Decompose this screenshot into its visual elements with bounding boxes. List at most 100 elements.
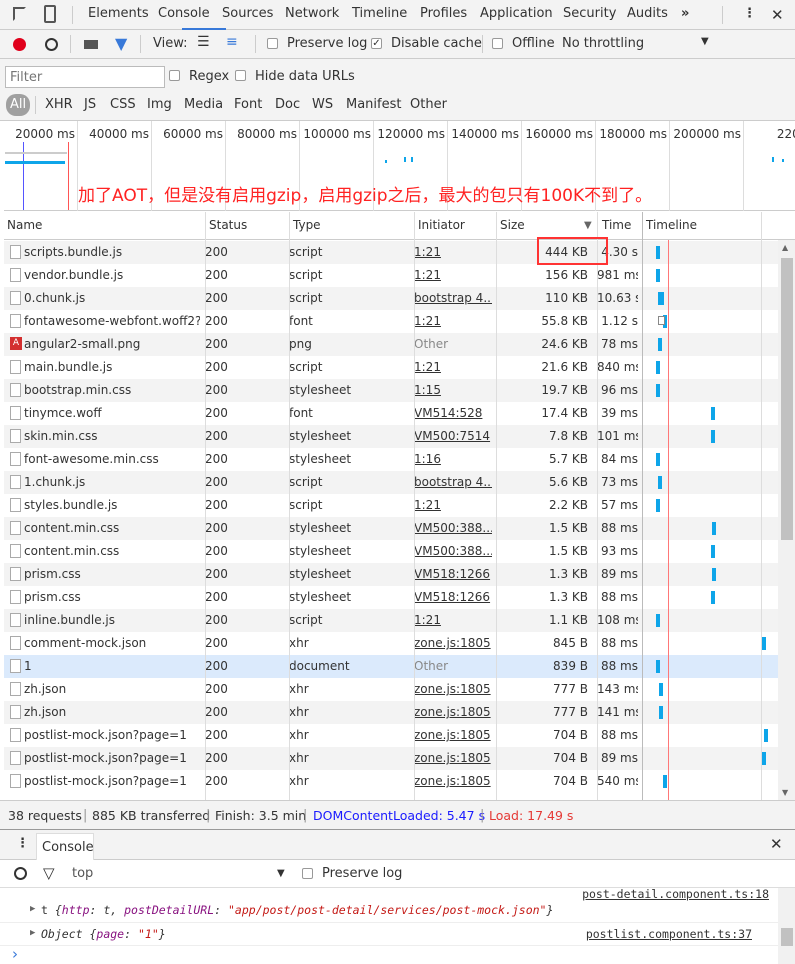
close-drawer-icon[interactable]: ✕ bbox=[770, 835, 783, 853]
scrollbar-thumb[interactable] bbox=[781, 258, 793, 540]
column-size[interactable]: Size bbox=[500, 218, 525, 232]
overview-icon[interactable]: ≡ bbox=[226, 34, 238, 50]
filter-input[interactable] bbox=[5, 66, 165, 88]
cell-initiator[interactable]: 1:16 bbox=[414, 452, 492, 466]
table-row[interactable]: 0.chunk.js 200 script bootstrap 4... 110 KB 1… bbox=[4, 287, 778, 310]
table-row[interactable]: main.bundle.js 200 script 1:21 21.6 KB 840 ms bbox=[4, 356, 778, 379]
type-filter-css[interactable]: CSS bbox=[110, 97, 136, 112]
console-prompt[interactable]: › bbox=[12, 945, 18, 963]
cell-initiator[interactable]: zone.js:1805 bbox=[414, 774, 492, 788]
table-row[interactable]: fontawesome-webfont.woff2?... 200 font 1:21… bbox=[4, 310, 778, 333]
tab-sources[interactable]: Sources bbox=[222, 6, 273, 21]
type-filter-font[interactable]: Font bbox=[234, 97, 262, 112]
type-filter-doc[interactable]: Doc bbox=[275, 97, 300, 112]
table-row[interactable]: scripts.bundle.js 200 script 1:21 444 KB 4.30… bbox=[4, 241, 778, 264]
type-filter-img[interactable]: Img bbox=[147, 97, 172, 112]
table-row[interactable]: zh.json 200 xhr zone.js:1805 777 B 143 ms bbox=[4, 678, 778, 701]
throttling-select[interactable]: No throttling bbox=[562, 36, 644, 51]
close-icon[interactable]: ✕ bbox=[771, 6, 784, 24]
more-tabs-icon[interactable]: » bbox=[681, 6, 689, 21]
cell-initiator[interactable]: VM518:1266 bbox=[414, 567, 492, 581]
cell-initiator[interactable]: VM500:388... bbox=[414, 544, 492, 558]
hide-data-urls-checkbox[interactable] bbox=[235, 70, 246, 81]
cell-initiator[interactable]: 1:21 bbox=[414, 268, 492, 282]
table-row[interactable]: skin.min.css 200 stylesheet VM500:7514 7.8 K… bbox=[4, 425, 778, 448]
tab-timeline[interactable]: Timeline bbox=[352, 6, 407, 21]
cell-initiator[interactable]: 1:15 bbox=[414, 383, 492, 397]
cell-initiator[interactable]: VM500:7514 bbox=[414, 429, 492, 443]
table-row[interactable]: postlist-mock.json?page=1 200 xhr zone.js:1… bbox=[4, 747, 778, 770]
cell-initiator[interactable]: VM500:388... bbox=[414, 521, 492, 535]
table-row[interactable]: content.min.css 200 stylesheet VM500:388...… bbox=[4, 517, 778, 540]
cell-initiator[interactable]: 1:21 bbox=[414, 360, 492, 374]
clear-icon[interactable] bbox=[45, 38, 58, 51]
inspect-element-icon[interactable] bbox=[13, 7, 26, 21]
capture-screenshots-icon[interactable] bbox=[84, 40, 98, 49]
cell-initiator[interactable]: VM518:1266 bbox=[414, 590, 492, 604]
table-row[interactable]: content.min.css 200 stylesheet VM500:388...… bbox=[4, 540, 778, 563]
table-row[interactable]: bootstrap.min.css 200 stylesheet 1:15 19.7 K… bbox=[4, 379, 778, 402]
record-icon[interactable] bbox=[13, 38, 26, 51]
table-row[interactable]: prism.css 200 stylesheet VM518:1266 1.3 KB 89… bbox=[4, 563, 778, 586]
disable-cache-checkbox[interactable]: ✓ bbox=[371, 38, 382, 49]
column-initiator[interactable]: Initiator bbox=[418, 218, 465, 232]
table-row[interactable]: styles.bundle.js 200 script 1:21 2.2 KB 57 ms bbox=[4, 494, 778, 517]
tab-profiles[interactable]: Profiles bbox=[420, 6, 467, 21]
table-row[interactable]: prism.css 200 stylesheet VM518:1266 1.3 KB 88… bbox=[4, 586, 778, 609]
type-filter-all[interactable]: All bbox=[6, 94, 30, 116]
filter-icon[interactable]: ▼ bbox=[115, 34, 127, 53]
tab-audits[interactable]: Audits bbox=[627, 6, 668, 21]
drawer-menu-icon[interactable]: ⋮ bbox=[16, 836, 29, 851]
preserve-log-checkbox[interactable] bbox=[267, 38, 278, 49]
scroll-down-icon[interactable]: ▼ bbox=[782, 788, 788, 797]
cell-initiator[interactable]: bootstrap 4... bbox=[414, 291, 492, 305]
cell-initiator[interactable]: 1:21 bbox=[414, 245, 492, 259]
tab-elements[interactable]: Elements bbox=[88, 6, 149, 21]
type-filter-media[interactable]: Media bbox=[184, 97, 223, 112]
device-toolbar-icon[interactable] bbox=[44, 5, 56, 23]
expand-triangle-icon[interactable]: ▶ bbox=[30, 904, 35, 914]
chevron-down-icon[interactable]: ▼ bbox=[277, 868, 285, 879]
filter-icon[interactable]: ▽ bbox=[43, 864, 55, 882]
type-filter-js[interactable]: JS bbox=[84, 97, 96, 112]
regex-checkbox[interactable] bbox=[169, 70, 180, 81]
clear-console-icon[interactable] bbox=[14, 867, 27, 880]
cell-initiator[interactable]: VM514:528 bbox=[414, 406, 492, 420]
type-filter-other[interactable]: Other bbox=[410, 97, 447, 112]
tab-network[interactable]: Network bbox=[285, 6, 339, 21]
cell-initiator[interactable]: zone.js:1805 bbox=[414, 682, 492, 696]
table-row[interactable]: vendor.bundle.js 200 script 1:21 156 KB 981 m… bbox=[4, 264, 778, 287]
cell-initiator[interactable]: zone.js:1805 bbox=[414, 728, 492, 742]
cell-initiator[interactable]: zone.js:1805 bbox=[414, 751, 492, 765]
type-filter-xhr[interactable]: XHR bbox=[45, 97, 73, 112]
type-filter-ws[interactable]: WS bbox=[312, 97, 333, 112]
table-row[interactable]: comment-mock.json 200 xhr zone.js:1805 845 B… bbox=[4, 632, 778, 655]
offline-checkbox[interactable] bbox=[492, 38, 503, 49]
expand-triangle-icon[interactable]: ▶ bbox=[30, 928, 35, 938]
column-status[interactable]: Status bbox=[209, 218, 247, 232]
table-row[interactable]: tinymce.woff 200 font VM514:528 17.4 KB 39 ms bbox=[4, 402, 778, 425]
console-preserve-log-checkbox[interactable] bbox=[302, 868, 313, 879]
cell-initiator[interactable]: 1:21 bbox=[414, 613, 492, 627]
column-time[interactable]: Time bbox=[602, 218, 631, 232]
message-source-link[interactable]: postlist.component.ts:37 bbox=[586, 927, 752, 941]
cell-initiator[interactable]: 1:21 bbox=[414, 314, 492, 328]
chevron-down-icon[interactable]: ▼ bbox=[701, 36, 709, 47]
table-row[interactable]: 1 200 document Other 839 B 88 ms bbox=[4, 655, 778, 678]
more-options-icon[interactable]: ⋮ bbox=[743, 6, 756, 21]
type-filter-manifest[interactable]: Manifest bbox=[346, 97, 401, 112]
tab-security[interactable]: Security bbox=[563, 6, 616, 21]
column-name[interactable]: Name bbox=[7, 218, 42, 232]
table-row[interactable]: inline.bundle.js 200 script 1:21 1.1 KB 108 m… bbox=[4, 609, 778, 632]
column-timeline[interactable]: Timeline bbox=[646, 218, 697, 232]
cell-initiator[interactable]: 1:21 bbox=[414, 498, 492, 512]
table-row[interactable]: postlist-mock.json?page=1 200 xhr zone.js:1… bbox=[4, 724, 778, 747]
drawer-tab-console[interactable]: Console bbox=[36, 833, 94, 860]
tab-application[interactable]: Application bbox=[480, 6, 553, 21]
column-type[interactable]: Type bbox=[293, 218, 321, 232]
tab-console[interactable]: Console bbox=[158, 6, 210, 21]
cell-initiator[interactable]: zone.js:1805 bbox=[414, 636, 492, 650]
cell-initiator[interactable]: zone.js:1805 bbox=[414, 705, 492, 719]
table-row[interactable]: font-awesome.min.css 200 stylesheet 1:16 5.7… bbox=[4, 448, 778, 471]
context-select[interactable]: top bbox=[72, 866, 93, 881]
